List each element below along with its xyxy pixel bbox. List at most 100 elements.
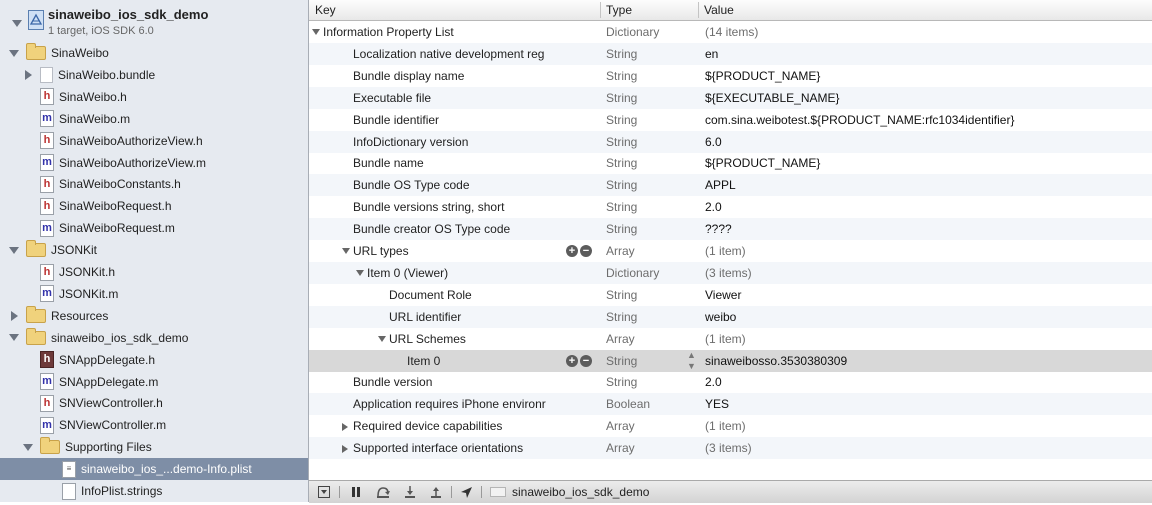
plist-value[interactable]: en: [705, 43, 718, 65]
disclosure-open-icon[interactable]: [9, 334, 19, 341]
navigator-file[interactable]: mSNViewController.m: [0, 414, 308, 436]
plist-key[interactable]: Bundle display name: [353, 65, 464, 87]
navigator-file[interactable]: hSinaWeiboAuthorizeView.h: [0, 130, 308, 152]
navigator-file[interactable]: SinaWeibo.bundle: [0, 64, 308, 86]
navigator-file[interactable]: mSinaWeiboRequest.m: [0, 217, 308, 239]
plist-type[interactable]: Dictionary: [606, 21, 659, 43]
plist-type[interactable]: String: [606, 152, 637, 174]
pause-icon[interactable]: [349, 481, 363, 503]
plist-key[interactable]: Item 0 (Viewer): [367, 262, 448, 284]
plist-key[interactable]: Bundle OS Type code: [353, 174, 470, 196]
plist-row[interactable]: Executable file String ${EXECUTABLE_NAME}: [309, 87, 1152, 109]
plist-value[interactable]: (1 item): [705, 415, 746, 437]
plist-type[interactable]: String: [606, 43, 637, 65]
plist-type[interactable]: String: [606, 218, 637, 240]
plist-row[interactable]: Bundle version String 2.0: [309, 371, 1152, 393]
type-column-header[interactable]: Type: [600, 0, 698, 20]
navigator-group[interactable]: Resources: [0, 305, 308, 327]
plist-value[interactable]: (14 items): [705, 21, 758, 43]
plist-row[interactable]: Information Property List Dictionary (14 i…: [309, 21, 1152, 43]
plist-row[interactable]: Bundle versions string, short String 2.0: [309, 196, 1152, 218]
disclosure-closed-icon[interactable]: [342, 445, 348, 453]
navigator-file[interactable]: hSNViewController.h: [0, 392, 308, 414]
plist-row[interactable]: Bundle display nameString${PRODUCT_NAME}: [309, 65, 1152, 87]
plist-value[interactable]: APPL: [705, 174, 736, 196]
disclosure-open-icon[interactable]: [378, 336, 386, 342]
plist-value[interactable]: (1 item): [705, 240, 746, 262]
disclosure-open-icon[interactable]: [12, 20, 22, 27]
plist-type[interactable]: String: [606, 109, 637, 131]
plist-type[interactable]: Array: [606, 328, 635, 350]
plist-key[interactable]: Bundle identifier: [353, 109, 439, 131]
plist-value[interactable]: ${EXECUTABLE_NAME}: [705, 87, 840, 109]
plist-row[interactable]: Bundle OS Type code String APPL: [309, 174, 1152, 196]
disclosure-open-icon[interactable]: [356, 270, 364, 276]
plist-key[interactable]: Bundle versions string, short: [353, 196, 504, 218]
navigator-file[interactable]: hSNAppDelegate.h: [0, 349, 308, 371]
navigator-file[interactable]: InfoPlist.strings: [0, 480, 308, 502]
plist-value[interactable]: Viewer: [705, 284, 741, 306]
plist-value[interactable]: 2.0: [705, 371, 722, 393]
plist-value[interactable]: sinaweibosso.3530380309: [705, 350, 847, 372]
step-over-icon[interactable]: [375, 481, 391, 503]
plist-value[interactable]: (3 items): [705, 437, 752, 459]
plist-type[interactable]: Dictionary: [606, 262, 659, 284]
plist-value[interactable]: 6.0: [705, 131, 722, 153]
plist-value[interactable]: com.sina.weibotest.${PRODUCT_NAME:rfc103…: [705, 109, 1014, 131]
plist-type[interactable]: String: [606, 87, 637, 109]
plist-row[interactable]: Required device capabilitiesArray(1 item…: [309, 415, 1152, 437]
plist-key[interactable]: URL types: [353, 240, 409, 262]
plist-key[interactable]: Localization native development reg: [353, 43, 544, 65]
value-column-header[interactable]: Value: [698, 0, 1138, 20]
remove-item-icon[interactable]: −: [580, 245, 592, 257]
navigator-file[interactable]: mSNAppDelegate.m: [0, 371, 308, 393]
disclosure-open-icon[interactable]: [9, 50, 19, 57]
plist-row[interactable]: Supported interface orientationsArray(3 …: [309, 437, 1152, 459]
plist-type[interactable]: String: [606, 131, 637, 153]
plist-key[interactable]: Information Property List: [323, 21, 454, 43]
navigator-file[interactable]: mSinaWeibo.m: [0, 108, 308, 130]
plist-row[interactable]: Item 0+−String▲▼sinaweibosso.3530380309: [309, 350, 1152, 372]
disclosure-closed-icon[interactable]: [342, 423, 348, 431]
plist-row[interactable]: Bundle nameString${PRODUCT_NAME}: [309, 152, 1152, 174]
plist-value[interactable]: 2.0: [705, 196, 722, 218]
plist-row[interactable]: Document RoleStringViewer: [309, 284, 1152, 306]
navigator-group[interactable]: Supporting Files: [0, 436, 308, 458]
plist-key[interactable]: Item 0: [407, 350, 440, 372]
navigator-file[interactable]: hJSONKit.h: [0, 261, 308, 283]
plist-row[interactable]: InfoDictionary version String 6.0: [309, 131, 1152, 153]
plist-key[interactable]: URL Schemes: [389, 328, 466, 350]
plist-type[interactable]: Array: [606, 240, 635, 262]
navigator-file[interactable]: mSinaWeiboAuthorizeView.m: [0, 152, 308, 174]
plist-value[interactable]: ????: [705, 218, 732, 240]
scheme-label[interactable]: sinaweibo_ios_sdk_demo: [512, 481, 649, 503]
plist-key[interactable]: Executable file: [353, 87, 431, 109]
step-out-icon[interactable]: [429, 481, 443, 503]
plist-key[interactable]: Bundle version: [353, 371, 432, 393]
plist-row[interactable]: Item 0 (Viewer)Dictionary(3 items): [309, 262, 1152, 284]
plist-row[interactable]: URL Schemes Array (1 item): [309, 328, 1152, 350]
plist-row[interactable]: Localization native development reg Strin…: [309, 43, 1152, 65]
plist-key[interactable]: Bundle creator OS Type code: [353, 218, 510, 240]
project-root-row[interactable]: sinaweibo_ios_sdk_demo 1 target, iOS SDK…: [0, 0, 308, 46]
navigator-file[interactable]: ≡sinaweibo_ios_...demo-Info.plist: [0, 458, 308, 480]
plist-value[interactable]: ${PRODUCT_NAME}: [705, 152, 820, 174]
plist-key[interactable]: InfoDictionary version: [353, 131, 468, 153]
plist-value[interactable]: (1 item): [705, 328, 746, 350]
add-item-icon[interactable]: +: [566, 245, 578, 257]
plist-type[interactable]: Array: [606, 437, 635, 459]
disclosure-open-icon[interactable]: [9, 247, 19, 254]
plist-key[interactable]: Application requires iPhone environr: [353, 393, 546, 415]
plist-value[interactable]: ${PRODUCT_NAME}: [705, 65, 820, 87]
plist-type[interactable]: String: [606, 174, 637, 196]
plist-row[interactable]: URL types +− Array (1 item): [309, 240, 1152, 262]
step-into-icon[interactable]: [403, 481, 417, 503]
plist-type[interactable]: String: [606, 371, 637, 393]
navigator-file[interactable]: hSinaWeiboRequest.h: [0, 195, 308, 217]
plist-row[interactable]: Bundle creator OS Type code String????: [309, 218, 1152, 240]
plist-row[interactable]: URL identifierStringweibo: [309, 306, 1152, 328]
add-item-icon[interactable]: +: [566, 355, 578, 367]
plist-value[interactable]: weibo: [705, 306, 736, 328]
plist-type[interactable]: String: [606, 196, 637, 218]
disclosure-open-icon[interactable]: [23, 444, 33, 451]
